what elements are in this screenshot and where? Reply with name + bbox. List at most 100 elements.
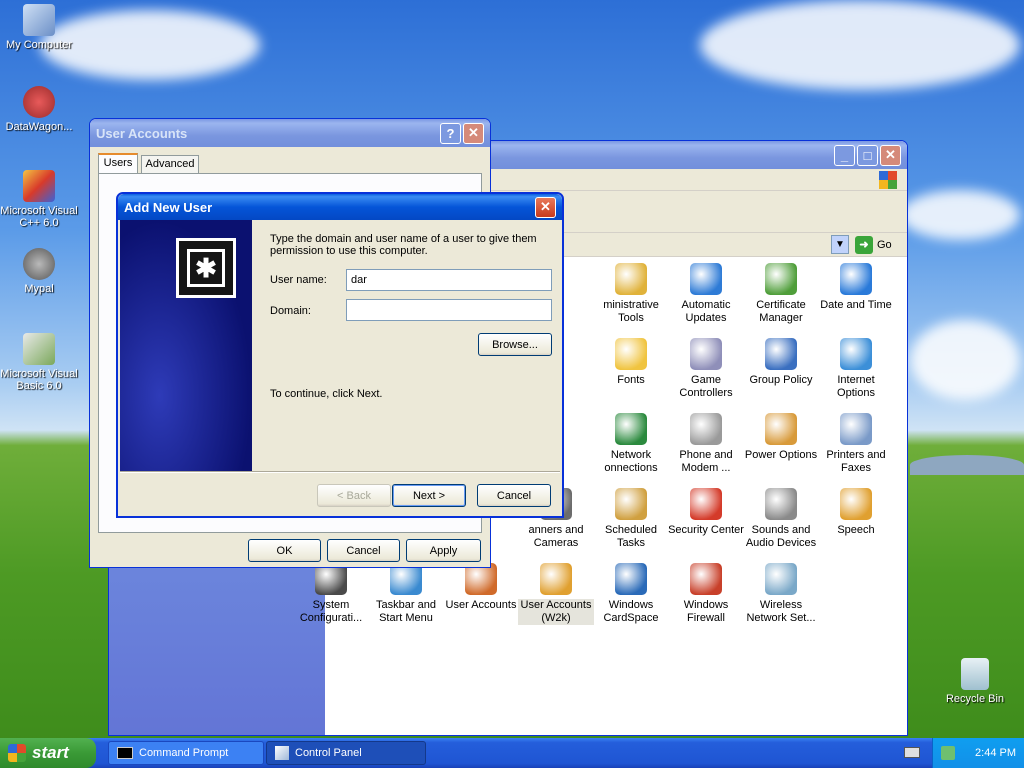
go-arrow-icon: ➜: [855, 235, 873, 254]
cp-item-fonts[interactable]: Fonts: [593, 338, 669, 387]
user-accounts-titlebar[interactable]: User Accounts ? ✕: [90, 119, 490, 147]
window-controls: _ □ ✕: [834, 144, 901, 166]
cp-item-group-policy[interactable]: Group Policy: [743, 338, 819, 387]
keyboard-icon[interactable]: [904, 747, 920, 758]
desktop-icon-recycle-bin[interactable]: Recycle Bin: [936, 658, 1014, 705]
username-input[interactable]: [346, 269, 552, 291]
cp-item-label: Automatic Updates: [681, 299, 731, 324]
cp-item-power-options[interactable]: Power Options: [743, 413, 819, 462]
user-accounts-w2k-icon: [540, 563, 572, 595]
desktop-icon-label: DataWagon...: [5, 121, 73, 133]
task-label: Command Prompt: [139, 747, 229, 759]
cp-item-label: Group Policy: [749, 374, 813, 386]
domain-input[interactable]: [346, 299, 552, 321]
cp-item-phone-and-modem[interactable]: Phone and Modem ...: [668, 413, 744, 475]
cp-item-label: User Accounts (W2k): [518, 599, 594, 625]
certificate-manager-icon: [765, 263, 797, 295]
add-new-user-titlebar[interactable]: Add New User ✕: [118, 194, 562, 220]
cp-item-label: Sounds and Audio Devices: [745, 524, 817, 549]
desktop-icon-mypal[interactable]: Mypal: [0, 248, 78, 295]
fonts-icon: [615, 338, 647, 370]
cp-item-wireless-network-set[interactable]: Wireless Network Set...: [743, 563, 819, 625]
cp-item-date-and-time[interactable]: Date and Time: [818, 263, 894, 312]
power-options-icon: [765, 413, 797, 445]
add-new-user-dialog: Add New User ✕ ✱ Type the domain and use…: [116, 192, 564, 518]
desktop-icon-label: Microsoft Visual Basic 6.0: [0, 368, 78, 392]
automatic-updates-icon: [690, 263, 722, 295]
cancel-button[interactable]: Cancel: [477, 484, 551, 507]
phone-and-modem-icon: [690, 413, 722, 445]
desktop-icon-label: My Computer: [5, 39, 73, 51]
username-label: User name:: [270, 274, 327, 286]
task-control-panel[interactable]: Control Panel: [266, 741, 426, 765]
browse-button[interactable]: Browse...: [478, 333, 552, 356]
cp-item-label: Internet Options: [837, 374, 875, 399]
task-command-prompt[interactable]: Command Prompt: [108, 741, 264, 765]
mypal-icon: [23, 248, 55, 280]
tab-advanced[interactable]: Advanced: [141, 155, 199, 173]
command-prompt-icon: [117, 747, 133, 759]
cp-item-taskbar-and-start-menu[interactable]: Taskbar and Start Menu: [368, 563, 444, 625]
date-and-time-icon: [840, 263, 872, 295]
windows-firewall-icon: [690, 563, 722, 595]
cp-item-printers-and-faxes[interactable]: Printers and Faxes: [818, 413, 894, 475]
close-button[interactable]: ✕: [535, 196, 556, 218]
network-tray-icon[interactable]: [941, 746, 955, 760]
game-controllers-icon: [690, 338, 722, 370]
recycle-bin-icon: [961, 658, 989, 690]
address-dropdown-button[interactable]: ▼: [831, 235, 849, 254]
network-connections-icon: [615, 413, 647, 445]
minimize-button[interactable]: _: [834, 144, 855, 166]
desktop-icon-datawagon[interactable]: DataWagon...: [0, 86, 78, 133]
cp-item-internet-options[interactable]: Internet Options: [818, 338, 894, 400]
cp-item-label: Speech: [837, 524, 875, 536]
cp-item-network-connections[interactable]: Network onnections: [593, 413, 669, 475]
dialog-title: User Accounts: [96, 125, 188, 141]
cp-item-user-accounts[interactable]: User Accounts: [443, 563, 519, 612]
cancel-button[interactable]: Cancel: [327, 539, 400, 562]
desktop-icon-visual-basic[interactable]: Microsoft Visual Basic 6.0: [0, 333, 78, 392]
cp-item-sounds-and-audio-devices[interactable]: Sounds and Audio Devices: [743, 488, 819, 550]
cp-item-user-accounts-w2k[interactable]: User Accounts (W2k): [518, 563, 594, 625]
desktop-icon-label: Mypal: [24, 283, 54, 295]
back-button[interactable]: < Back: [317, 484, 391, 507]
cp-item-security-center[interactable]: Security Center: [668, 488, 744, 537]
desktop-icon-visual-cpp[interactable]: Microsoft Visual C++ 6.0: [0, 170, 78, 229]
clock[interactable]: 2:44 PM: [975, 747, 1016, 759]
close-button[interactable]: ✕: [463, 122, 484, 144]
sounds-and-audio-devices-icon: [765, 488, 797, 520]
desktop-icon-my-computer[interactable]: My Computer: [0, 4, 78, 51]
tab-users[interactable]: Users: [98, 153, 138, 173]
wireless-network-set-icon: [765, 563, 797, 595]
cp-item-automatic-updates[interactable]: Automatic Updates: [668, 263, 744, 325]
apply-button[interactable]: Apply: [406, 539, 481, 562]
cp-item-system-configurati[interactable]: System Configurati...: [293, 563, 369, 625]
cp-item-label: Printers and Faxes: [826, 449, 886, 474]
windows-logo-icon: [879, 171, 897, 189]
group-policy-icon: [765, 338, 797, 370]
wizard-banner: ✱: [120, 220, 252, 471]
maximize-button[interactable]: □: [857, 144, 878, 166]
administrative-tools-icon: [615, 263, 647, 295]
cp-item-label: Wireless Network Set...: [746, 599, 816, 624]
cp-item-scheduled-tasks[interactable]: Scheduled Tasks: [593, 488, 669, 550]
next-button[interactable]: Next >: [392, 484, 466, 507]
internet-options-icon: [840, 338, 872, 370]
wizard-divider: [120, 471, 560, 473]
taskbar: start Command Prompt Control Panel 2:44 …: [0, 738, 1024, 768]
cp-item-windows-firewall[interactable]: Windows Firewall: [668, 563, 744, 625]
cp-item-certificate-manager[interactable]: Certificate Manager: [743, 263, 819, 325]
window-controls: ? ✕: [440, 122, 484, 144]
cp-item-speech[interactable]: Speech: [818, 488, 894, 537]
start-button[interactable]: start: [0, 738, 96, 768]
visual-basic-icon: [23, 333, 55, 365]
windows-cardspace-icon: [615, 563, 647, 595]
cp-item-windows-cardspace[interactable]: Windows CardSpace: [593, 563, 669, 625]
speech-icon: [840, 488, 872, 520]
ok-button[interactable]: OK: [248, 539, 321, 562]
go-button[interactable]: ➜ Go: [855, 235, 892, 254]
help-button[interactable]: ?: [440, 122, 461, 144]
close-button[interactable]: ✕: [880, 144, 901, 166]
cp-item-game-controllers[interactable]: Game Controllers: [668, 338, 744, 400]
cp-item-administrative-tools[interactable]: ministrative Tools: [593, 263, 669, 325]
